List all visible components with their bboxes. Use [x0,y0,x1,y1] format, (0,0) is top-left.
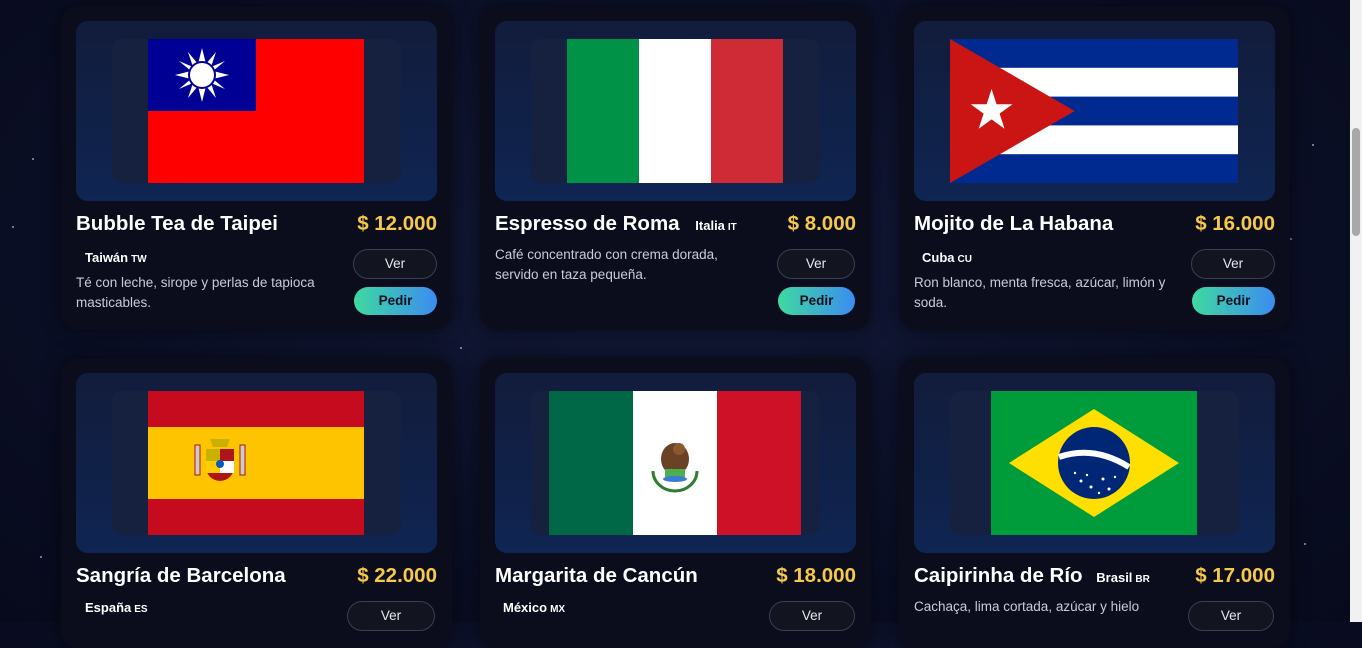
star [1312,144,1314,146]
product-country: Taiwán TW [85,250,147,265]
country-name: España [85,600,132,615]
country-name: México [503,600,548,615]
product-image-frame [76,21,437,201]
star [1304,543,1306,545]
product-price: $ 16.000 [1195,212,1275,235]
country-code: TW [131,254,147,265]
spain-flag-image [148,391,364,535]
country-name: Cuba [922,250,955,265]
product-image-frame [914,373,1275,553]
star [12,226,14,228]
product-title-text: Caipirinha de Río [914,564,1083,587]
product-card-mojito: Mojito de La Habana $ 16.000 Cuba CU Ron … [899,6,1290,330]
product-title: Espresso de Roma Italia IT [495,212,737,236]
view-button[interactable]: Ver [353,249,437,279]
product-country: España ES [85,600,148,615]
product-card-bubble-tea: Bubble Tea de Taipei $ 12.000 Taiwán TW T… [61,6,452,330]
product-card-caipirinha: Caipirinha de Río Brasil BR $ 17.000 Cach… [899,358,1290,648]
product-image-frame [495,373,856,553]
view-button[interactable]: Ver [777,249,855,279]
country-code: ES [134,604,148,615]
order-button[interactable]: Pedir [778,287,855,315]
product-card-sangria: Sangría de Barcelona $ 22.000 España ES V… [61,358,452,648]
product-country: Brasil BR [1096,570,1150,585]
country-code: CU [957,254,972,265]
star [40,556,42,558]
product-card-margarita: Margarita de Cancún $ 18.000 México MX Ve… [480,358,871,648]
scrollbar-thumb[interactable] [1352,128,1360,236]
product-description: Té con leche, sirope y perlas de tapioca… [76,275,315,310]
order-button[interactable]: Pedir [354,287,437,315]
product-price: $ 17.000 [1195,564,1275,587]
country-name: Brasil [1096,570,1133,585]
star [32,158,34,160]
cuba-flag-image [950,39,1238,183]
country-code: BR [1135,574,1150,585]
product-title: Margarita de Cancún [495,564,698,587]
product-country: Italia IT [695,218,737,233]
product-country: México MX [503,600,565,615]
mexico-flag-image [549,391,801,535]
product-title-text: Espresso de Roma [495,212,680,235]
italy-flag-image [567,39,783,183]
product-image-frame [76,373,437,553]
product-price: $ 22.000 [357,564,437,587]
country-code: IT [727,222,737,233]
view-button[interactable]: Ver [1191,249,1275,279]
view-button[interactable]: Ver [347,601,435,631]
product-price: $ 8.000 [787,212,856,235]
view-button[interactable]: Ver [769,601,855,631]
country-name: Taiwán [85,250,129,265]
product-description: Café concentrado con crema dorada, servi… [495,247,718,282]
product-price: $ 18.000 [776,564,856,587]
taiwan-flag-image [148,39,364,183]
product-price: $ 12.000 [357,212,437,235]
page-scrollbar[interactable] [1350,0,1362,622]
product-card-espresso: Espresso de Roma Italia IT $ 8.000 Café c… [480,6,871,330]
country-name: Italia [695,218,725,233]
product-title: Bubble Tea de Taipei [76,212,278,235]
product-description: Cachaça, lima cortada, azúcar y hielo [914,599,1140,614]
product-country: Cuba CU [922,250,972,265]
country-code: MX [550,604,566,615]
star [1290,238,1292,240]
product-description: Ron blanco, menta fresca, azúcar, limón … [914,275,1166,310]
star [460,347,462,349]
brazil-flag-image [991,391,1197,535]
product-image-frame [495,21,856,201]
product-image-frame [914,21,1275,201]
product-title: Sangría de Barcelona [76,564,286,587]
product-title: Mojito de La Habana [914,212,1114,235]
view-button[interactable]: Ver [1188,601,1274,631]
order-button[interactable]: Pedir [1192,287,1275,315]
product-title: Caipirinha de Río Brasil BR [914,564,1150,588]
